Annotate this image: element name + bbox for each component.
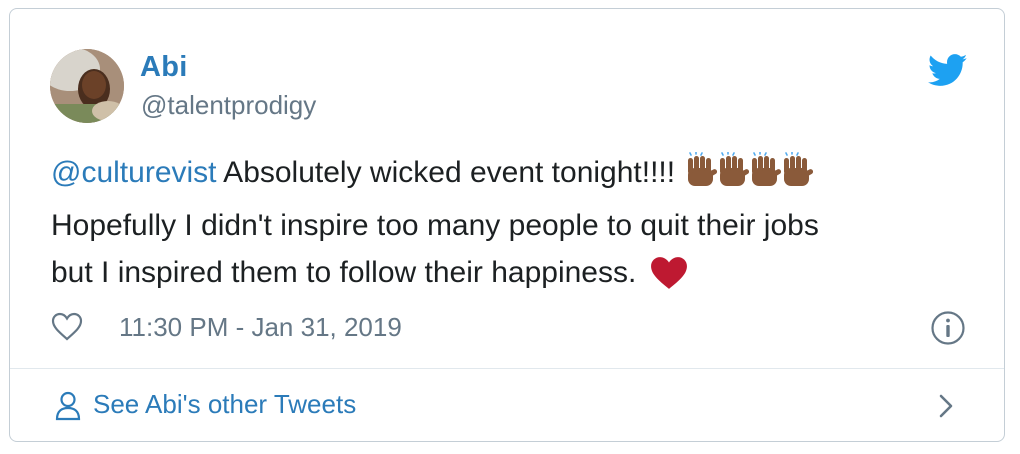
tweet-meta: 11:30 PM - Jan 31, 2019 bbox=[51, 310, 971, 346]
see-other-tweets-label[interactable]: See Abi's other Tweets bbox=[93, 389, 356, 420]
tweet-line-3-text: but I inspired them to follow their happ… bbox=[51, 256, 637, 289]
twitter-bird-icon[interactable] bbox=[928, 54, 968, 87]
tweet-timestamp[interactable]: 11:30 PM - Jan 31, 2019 bbox=[119, 312, 402, 343]
see-other-tweets-link[interactable]: See Abi's other Tweets bbox=[10, 369, 1004, 441]
tweet-line-3: but I inspired them to follow their happ… bbox=[51, 249, 951, 304]
tweet-line-2: Hopefully I didn't inspire too many peop… bbox=[51, 209, 819, 242]
author-name[interactable]: Abi bbox=[140, 51, 188, 84]
person-icon bbox=[55, 391, 81, 421]
author-handle[interactable]: @talentprodigy bbox=[141, 90, 316, 121]
tweet-line-1-text: Absolutely wicked event tonight!!!! bbox=[216, 156, 676, 189]
author-avatar[interactable] bbox=[50, 49, 124, 123]
red-heart-emoji bbox=[650, 256, 688, 304]
raising-hands-emoji bbox=[685, 151, 815, 202]
tweet-text: @culturevist Absolutely wicked event ton… bbox=[51, 149, 951, 304]
tweet-line-1: @culturevist Absolutely wicked event ton… bbox=[51, 149, 951, 202]
mention-link[interactable]: @culturevist bbox=[51, 156, 217, 189]
info-icon[interactable] bbox=[930, 310, 966, 346]
heart-outline-icon[interactable] bbox=[51, 312, 83, 342]
chevron-right-icon[interactable] bbox=[936, 392, 956, 420]
embedded-tweet-card: Abi @talentprodigy @culturevist Absolute… bbox=[9, 8, 1005, 442]
